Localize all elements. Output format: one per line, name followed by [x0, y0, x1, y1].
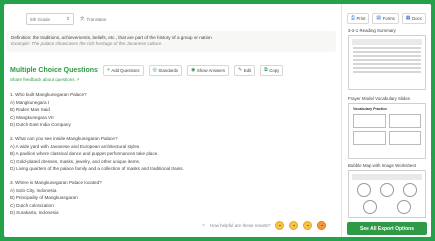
bubble-shape [402, 183, 417, 197]
thumb-grid [353, 114, 421, 145]
question-option: D) Surakarta, Indonesia [10, 210, 59, 216]
mcq-header: Multiple Choice Questions + Add Questions… [10, 65, 284, 76]
app-frame: 5th Grade ⇕ 文 Translator Definition: the… [4, 4, 431, 237]
question-option: B) A pavilion where classical dance and … [10, 151, 159, 157]
add-questions-button[interactable]: + Add Questions [102, 65, 144, 76]
standards-label: Standards [158, 68, 178, 73]
docs-label: Docs [412, 16, 422, 21]
thumb-cell [388, 114, 421, 128]
printer-icon: ⎙ [351, 15, 356, 21]
question-item: 1. Who built Mangkunegaran Palace? A) Ma… [10, 91, 330, 129]
question-option: B) Principality of Mangkunegaran [10, 195, 78, 201]
question-prompt: 2. What can you see inside Mangkunegaran… [10, 135, 118, 141]
chevron-updown-icon: ⇕ [66, 16, 70, 21]
emoji-happy-icon[interactable] [317, 221, 327, 230]
thumb-cell [353, 114, 386, 128]
see-all-export-options-button[interactable]: See All Export Options [347, 222, 427, 235]
thumb-line [353, 67, 421, 69]
thumb-line [353, 59, 421, 61]
bubble-row [353, 200, 421, 214]
question-item: 3. Where is Mangkunegaran Palace located… [10, 179, 330, 217]
thumb-cell [388, 131, 421, 145]
show-answers-button[interactable]: ◉ Show Answers [186, 65, 230, 76]
standards-icon: ◎ [152, 67, 157, 73]
thumb-line [353, 71, 421, 73]
forms-label: Forms [382, 16, 395, 21]
question-list: 1. Who built Mangkunegaran Palace? A) Ma… [10, 91, 330, 223]
thumb-inner-title: Vocabulary Practice [353, 107, 388, 111]
export-buttons: ⎙ Print ▤ Forms ▦ Docs [347, 13, 426, 24]
question-option: C) Dutch colonization [10, 202, 54, 208]
resource-thumbnail[interactable] [348, 35, 426, 90]
export-sidebar: ⎙ Print ▤ Forms ▦ Docs 3-2-1 Reading Summar… [343, 4, 431, 237]
grade-select[interactable]: 5th Grade ⇕ [26, 13, 74, 25]
question-option: C) Gold-plated dresses, masks, jewelry, … [10, 158, 141, 164]
standards-button[interactable]: ◎ Standards [148, 65, 182, 76]
question-option: D) Dutch East India Company [10, 122, 71, 128]
edit-button[interactable]: ✎ Edit [234, 65, 256, 76]
resource-title: Frayer Model Vocabulary Slides [348, 96, 410, 101]
main-panel: 5th Grade ⇕ 文 Translator Definition: the… [4, 4, 342, 237]
top-toolbar: 5th Grade ⇕ 文 Translator [26, 13, 107, 25]
eye-icon: ◉ [190, 67, 196, 73]
mcq-title: Multiple Choice Questions [10, 67, 98, 74]
translate-icon: 文 [80, 16, 85, 21]
thumb-cell [353, 131, 386, 145]
thumb-line [353, 63, 421, 65]
thumb-line [353, 51, 421, 53]
bubble-shape [397, 200, 411, 214]
question-prompt: 1. Who built Mangkunegaran Palace? [10, 92, 87, 97]
docs-button[interactable]: ▦ Docs [401, 13, 426, 24]
docs-icon: ▦ [405, 15, 411, 21]
thumb-line [353, 47, 421, 49]
resource-thumbnail[interactable]: Vocabulary Practice [348, 103, 426, 159]
resource-title: 3-2-1 Reading Summary [348, 28, 396, 33]
copy-button[interactable]: ⧉ Copy [260, 65, 284, 76]
share-feedback-link[interactable]: Share feedback about questions ↗ [10, 77, 80, 83]
copy-label: Copy [269, 68, 280, 73]
print-button[interactable]: ⎙ Print [347, 13, 370, 24]
question-prompt: 3. Where is Mangkunegaran Palace located… [10, 179, 102, 185]
close-icon[interactable]: × [202, 223, 205, 229]
feedback-prompt: × How helpful are these results? [198, 219, 331, 232]
bubble-row [353, 183, 421, 197]
question-option: C) Mangkunegara VII [10, 114, 54, 120]
emoji-smile-icon[interactable] [303, 221, 313, 230]
question-option: A) Solo City, Indonesia [10, 187, 57, 193]
thumb-line [353, 55, 421, 57]
thumb-header [352, 174, 422, 180]
add-questions-label: Add Questions [111, 68, 140, 73]
definition-example: Example: The palace showcases the rich h… [11, 41, 163, 47]
show-answers-label: Show Answers [196, 68, 226, 73]
question-option: A) Mangkunegara I [10, 99, 50, 105]
bubble-shape [363, 200, 377, 214]
print-label: Print [356, 16, 366, 21]
forms-icon: ▤ [376, 15, 382, 21]
translator-label: Translator [86, 16, 107, 22]
resource-thumbnail[interactable] [348, 170, 426, 218]
thumb-header [352, 39, 422, 45]
pencil-icon: ✎ [238, 67, 243, 73]
resource-title: Bubble Map with Image Worksheet [348, 163, 417, 168]
question-item: 2. What can you see inside Mangkunegaran… [10, 135, 330, 173]
edit-label: Edit [243, 68, 252, 73]
share-feedback-label: Share feedback about questions [10, 77, 75, 82]
feedback-text: How helpful are these results? [209, 223, 271, 228]
external-link-icon: ↗ [75, 77, 80, 82]
bubble-shape [357, 183, 372, 197]
forms-button[interactable]: ▤ Forms [372, 13, 399, 24]
copy-icon: ⧉ [264, 67, 268, 73]
question-option: B) Raden Mas Said [10, 107, 50, 113]
translator-button[interactable]: 文 Translator [80, 16, 107, 22]
question-option: A) A wide yard with Javanese and Europea… [10, 143, 141, 149]
plus-icon: + [106, 67, 110, 73]
grade-select-value: 5th Grade [30, 16, 51, 22]
question-option: D) Living quarters of the palace family … [10, 166, 184, 172]
emoji-sad-icon[interactable] [275, 221, 285, 230]
emoji-neutral-icon[interactable] [289, 221, 299, 230]
definition-box: Definition: the traditions, achievements… [6, 31, 336, 52]
bubble-shape [379, 183, 394, 197]
